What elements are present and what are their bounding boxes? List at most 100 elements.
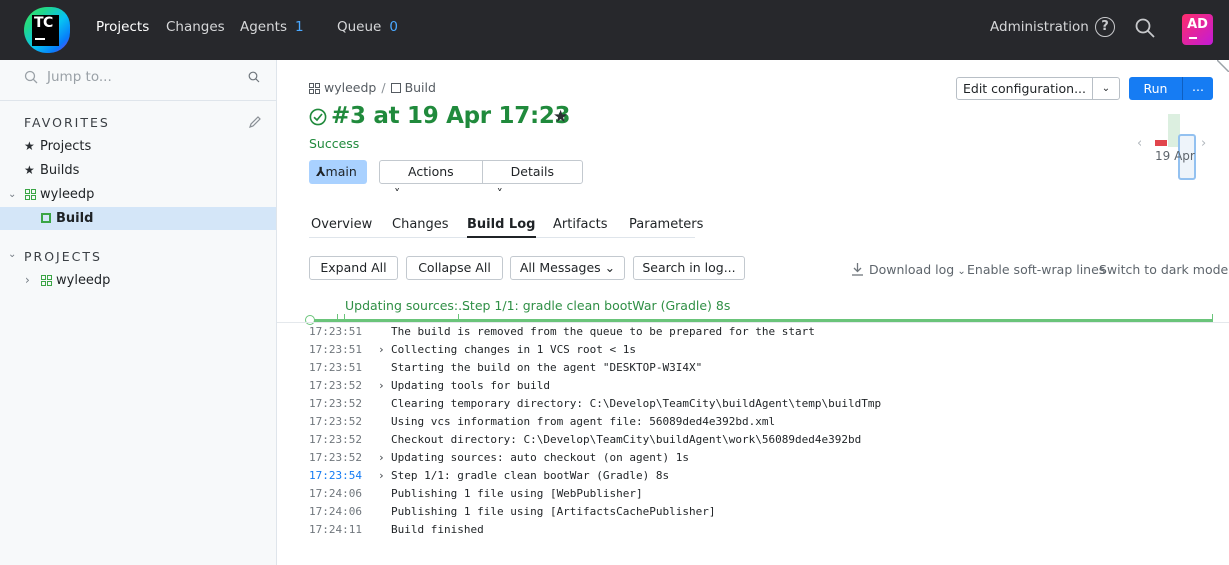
branch-badge[interactable]: ⅄main — [309, 160, 367, 184]
log-row[interactable]: 17:23:52 › Updating tools for build — [309, 377, 1213, 395]
tab-changes[interactable]: Changes — [392, 216, 449, 233]
timeline-step-gradle[interactable]: Step 1/1: gradle clean bootWar (Gradle) … — [462, 298, 730, 313]
nav-projects-label: Projects — [96, 19, 150, 35]
status-text: Success — [309, 136, 360, 151]
nav-projects[interactable]: Projects — [96, 19, 149, 36]
breadcrumb-project[interactable]: wyleedp — [324, 80, 376, 95]
log-message: Using vcs information from agent file: 5… — [391, 415, 776, 428]
sidebar-item-builds[interactable]: ★ Builds — [0, 159, 276, 182]
all-messages-dropdown[interactable]: All Messages ⌄ — [510, 256, 625, 280]
build-log: 17:23:51 The build is removed from the qu… — [309, 323, 1213, 539]
search-in-log-button[interactable]: Search in log... — [633, 256, 745, 280]
log-timestamp: 17:23:52 — [309, 451, 362, 464]
sidebar-item-project-wyleedp[interactable]: › wyleedp — [0, 269, 276, 292]
avatar-underscore — [1189, 37, 1197, 39]
details-label: Details — [510, 164, 555, 179]
project-icon — [309, 83, 320, 94]
chevron-right-icon[interactable]: › — [378, 467, 385, 485]
download-log-label: Download log — [869, 262, 955, 277]
search-icon[interactable] — [1134, 17, 1156, 39]
edit-configuration-button[interactable]: Edit configuration... ⌄ — [956, 77, 1120, 100]
administration-link[interactable]: Administration — [990, 19, 1089, 35]
star-icon[interactable]: ★ — [553, 107, 568, 127]
log-message: The build is removed from the queue to b… — [391, 325, 815, 338]
log-row[interactable]: 17:23:54 › Step 1/1: gradle clean bootWar … — [309, 467, 1213, 485]
chevron-right-icon[interactable]: › — [378, 377, 385, 395]
log-message: Checkout directory: C:\Develop\TeamCity\… — [391, 433, 862, 446]
expand-all-button[interactable]: Expand All — [309, 256, 398, 280]
nav-queue[interactable]: Queue 0 — [337, 19, 398, 36]
soft-wrap-toggle[interactable]: Enable soft-wrap lines — [967, 262, 1105, 277]
all-messages-label: All Messages — [519, 260, 601, 275]
nav-changes[interactable]: Changes — [166, 19, 225, 36]
help-icon[interactable]: ? — [1095, 17, 1115, 37]
branch-icon: ⅄ — [316, 164, 326, 179]
log-row: 17:24:06 Publishing 1 file using [Artifac… — [309, 503, 1213, 521]
sidebar-item-label: Builds — [40, 163, 80, 178]
sidebar-item-projects[interactable]: ★ Projects — [0, 135, 276, 158]
branch-label: main — [325, 164, 357, 179]
tab-build-log[interactable]: Build Log — [467, 216, 535, 233]
collapse-all-button[interactable]: Collapse All — [406, 256, 503, 280]
chevron-down-icon: ⌄ — [604, 260, 616, 275]
star-icon: ★ — [24, 139, 35, 153]
breadcrumb-build-config[interactable]: Build — [405, 80, 436, 95]
failed-build-bar[interactable] — [1155, 140, 1167, 146]
chevron-down-icon[interactable]: ⌄ — [1092, 78, 1119, 99]
star-icon: ★ — [24, 163, 35, 177]
tab-parameters[interactable]: Parameters — [629, 216, 703, 233]
chevron-down-icon[interactable]: ⌄ — [8, 249, 18, 260]
nav-changes-label: Changes — [166, 19, 225, 35]
log-message: Publishing 1 file using [ArtifactsCacheP… — [391, 505, 716, 518]
log-message: Clearing temporary directory: C:\Develop… — [391, 397, 882, 410]
teamcity-logo[interactable]: TC — [24, 7, 70, 53]
log-row: 17:23:51 Starting the build on the agent … — [309, 359, 1213, 377]
avatar[interactable]: AD — [1182, 14, 1213, 45]
jump-to-placeholder: Jump to... — [47, 69, 112, 85]
tab-overview[interactable]: Overview — [311, 216, 372, 233]
nav-agents[interactable]: Agents 1 — [240, 19, 304, 36]
chevron-right-icon[interactable]: › — [25, 269, 30, 292]
actions-button[interactable]: Actions ˅ — [380, 161, 482, 201]
sidebar-item-build[interactable]: Build — [0, 207, 276, 230]
log-message: Publishing 1 file using [WebPublisher] — [391, 487, 643, 500]
log-message: Updating tools for build — [391, 379, 550, 392]
chevron-left-icon[interactable]: ‹ — [1137, 136, 1142, 151]
timeline-step-updating-sources[interactable]: Updating sources:... — [345, 298, 470, 313]
logo-mark: TC — [32, 15, 59, 46]
run-button[interactable]: Run ... — [1129, 77, 1213, 100]
search-shortcut-icon — [248, 71, 260, 83]
chevron-down-icon[interactable]: ⌄ — [8, 183, 16, 206]
queue-count: 0 — [389, 19, 398, 35]
run-options-button[interactable]: ... — [1182, 77, 1213, 100]
log-timestamp: 17:23:51 — [309, 361, 362, 374]
dark-mode-toggle[interactable]: Switch to dark mode — [1099, 262, 1228, 277]
pencil-icon[interactable] — [248, 115, 262, 129]
details-button[interactable]: Details ˅ — [481, 161, 582, 201]
log-row: 17:23:52 Checkout directory: C:\Develop\T… — [309, 431, 1213, 449]
sidebar-item-label: Build — [56, 211, 94, 226]
avatar-initials: AD — [1187, 17, 1208, 32]
log-message: Updating sources: auto checkout (on agen… — [391, 451, 690, 464]
log-row: 17:24:11 Build finished — [309, 521, 1213, 539]
run-label: Run — [1143, 81, 1168, 96]
nav-queue-label: Queue — [337, 19, 382, 35]
build-actions-group: Actions ˅ Details ˅ — [379, 160, 584, 201]
jump-to-search[interactable]: Jump to... — [24, 69, 266, 87]
log-row[interactable]: 17:23:51 › Collecting changes in 1 VCS roo… — [309, 341, 1213, 359]
log-row[interactable]: 17:23:52 › Updating sources: auto checkout… — [309, 449, 1213, 467]
build-history-mini-chart[interactable]: ‹ 19 Apr › — [1137, 112, 1217, 184]
actions-label: Actions — [408, 164, 454, 179]
tab-artifacts[interactable]: Artifacts — [553, 216, 608, 233]
page-title: #3 at 19 Apr 17:23 — [331, 103, 571, 129]
chevron-right-icon[interactable]: › — [378, 341, 385, 359]
edit-configuration-label: Edit configuration... — [962, 81, 1087, 96]
chevron-right-icon[interactable]: › — [1201, 136, 1206, 151]
success-check-icon — [309, 108, 327, 126]
chevron-right-icon[interactable]: › — [378, 449, 385, 467]
download-icon — [852, 263, 863, 276]
download-log-button[interactable]: Download log ⌄ — [869, 262, 966, 277]
top-bar: TC Projects Changes Agents 1 Queue 0 Admin… — [0, 0, 1229, 60]
sidebar-item-wyleedp[interactable]: ⌄ wyleedp — [0, 183, 276, 206]
project-icon — [25, 189, 36, 200]
